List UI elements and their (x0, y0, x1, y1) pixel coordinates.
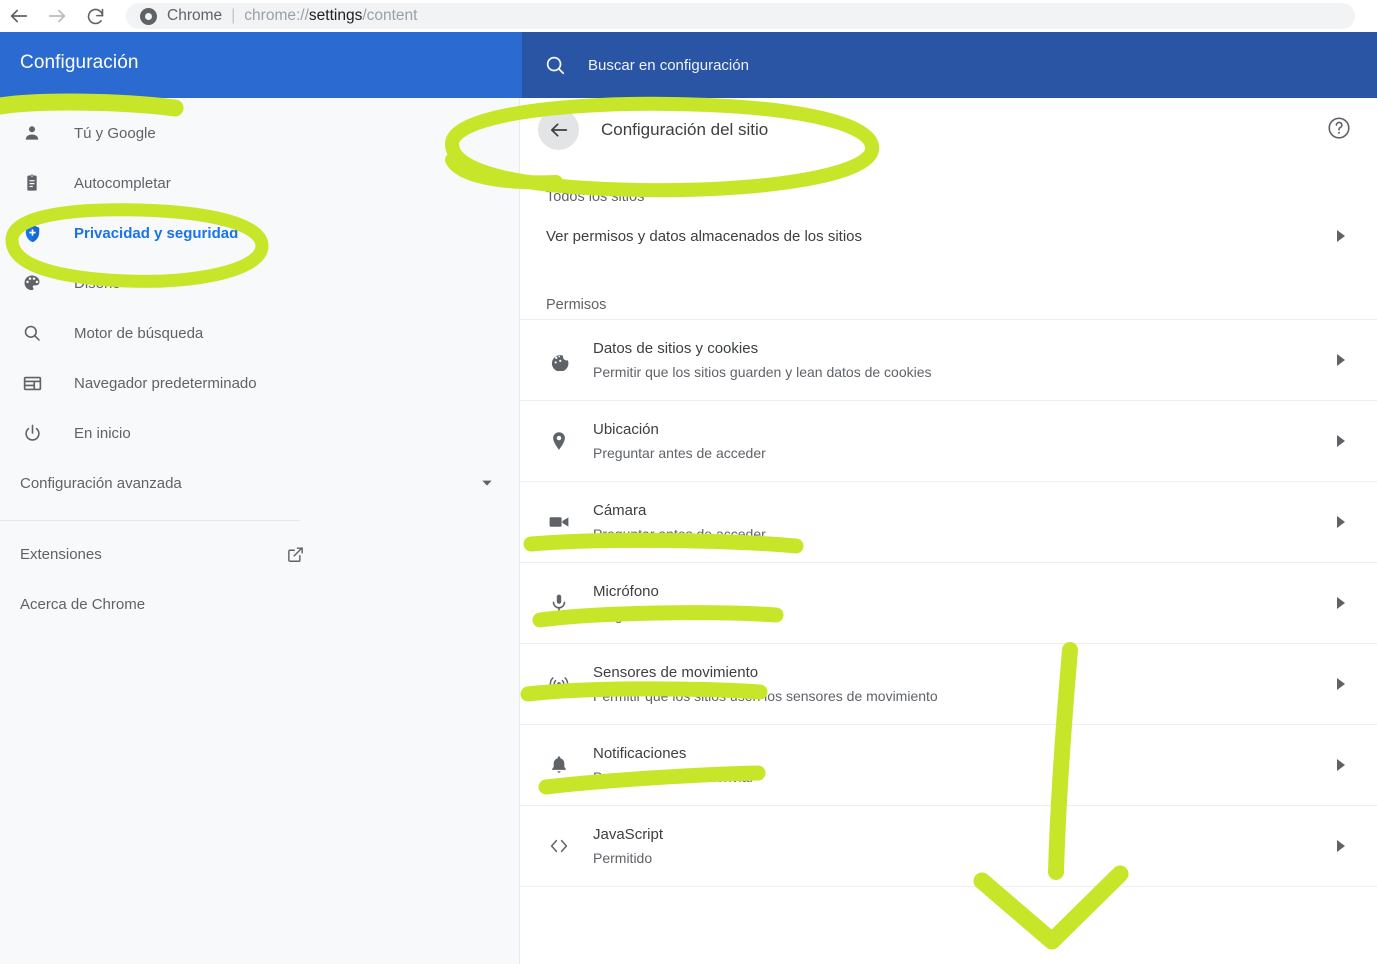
sidebar-item-extensions[interactable]: Extensiones (0, 529, 519, 579)
sidebar-item-label: Extensiones (20, 545, 102, 563)
row-view-permissions-and-data[interactable]: Ver permisos y datos almacenados de los … (520, 205, 1377, 267)
permission-text: Notificaciones Preguntar antes de enviar (593, 743, 1335, 788)
permission-title: Sensores de movimiento (593, 663, 759, 681)
chevron-right-icon (1335, 596, 1347, 610)
sidebar-item-privacy-security[interactable]: Privacidad y seguridad (0, 208, 519, 258)
site-settings-panel: Configuración del sitio Todos los sitios… (520, 98, 1377, 964)
sidebar-item-label: Motor de búsqueda (74, 324, 204, 342)
sidebar-item-search-engine[interactable]: Motor de búsqueda (0, 308, 519, 358)
sidebar-item-appearance[interactable]: Diseño (0, 258, 519, 308)
sidebar-item-label: Privacidad y seguridad (74, 224, 239, 242)
bell-icon (546, 754, 572, 776)
permission-subtitle: Preguntar antes de acceder (593, 606, 766, 623)
permission-title: Notificaciones (593, 744, 687, 762)
sidebar-item-label: Autocompletar (74, 174, 171, 192)
all-sites-label: Todos los sitios (546, 189, 645, 205)
address-bar-separator: | (231, 7, 236, 24)
sidebar-item-label: Tú y Google (74, 124, 156, 142)
permission-text: Micrófono Preguntar antes de acceder (593, 581, 1335, 626)
location-pin-icon (546, 430, 572, 452)
permission-row-location[interactable]: Ubicación Preguntar antes de acceder (520, 400, 1377, 481)
search-input[interactable] (588, 56, 1208, 74)
sidebar-item-label: En inicio (74, 424, 131, 442)
shield-icon (20, 221, 44, 245)
permission-text: Datos de sitios y cookies Permitir que l… (593, 338, 1335, 383)
sidebar-item-default-browser[interactable]: Navegador predeterminado (0, 358, 519, 408)
permission-row-microphone[interactable]: Micrófono Preguntar antes de acceder (520, 562, 1377, 643)
permission-subtitle: Permitir que los sitios guarden y lean d… (593, 363, 932, 380)
sidebar-item-on-startup[interactable]: En inicio (0, 408, 519, 458)
sidebar-item-label: Acerca de Chrome (20, 595, 146, 613)
permission-text: Sensores de movimiento Permitir que los … (593, 662, 1335, 707)
video-camera-icon (546, 510, 572, 534)
cookie-icon (546, 349, 572, 371)
permission-row-javascript[interactable]: JavaScript Permitido (520, 805, 1377, 886)
permission-subtitle: Preguntar antes de enviar (593, 768, 755, 785)
address-bar-scheme: Chrome (167, 7, 223, 24)
chevron-right-icon (1335, 677, 1347, 691)
power-icon (20, 421, 44, 445)
permission-row-camera[interactable]: Cámara Preguntar antes de acceder (520, 481, 1377, 562)
clipboard-icon (20, 171, 44, 195)
settings-search-bar[interactable] (522, 32, 1377, 98)
permission-text: Ubicación Preguntar antes de acceder (593, 419, 1335, 464)
permission-title: Datos de sitios y cookies (593, 339, 759, 357)
permission-subtitle: Permitido (593, 849, 653, 866)
external-link-icon (286, 545, 305, 564)
permission-subtitle: Preguntar antes de acceder (593, 444, 766, 461)
sidebar-item-label: Navegador predeterminado (74, 374, 257, 392)
back-arrow-icon[interactable] (538, 109, 579, 150)
forward-arrow-icon[interactable] (38, 0, 76, 32)
sidebar-divider (0, 520, 300, 521)
search-icon (20, 321, 44, 345)
permission-title: Micrófono (593, 582, 659, 600)
site-settings-header: Configuración del sitio (520, 98, 1377, 161)
permission-title: Cámara (593, 501, 647, 519)
permission-title: JavaScript (593, 825, 664, 843)
browser-window-icon (20, 371, 44, 395)
reload-icon[interactable] (76, 0, 114, 32)
settings-sidebar: Tú y Google Autocompletar Privacidad y s… (0, 98, 520, 964)
search-icon (544, 54, 566, 76)
site-settings-title: Configuración del sitio (601, 119, 769, 139)
permission-row-motion-sensors[interactable]: Sensores de movimiento Permitir que los … (520, 643, 1377, 724)
microphone-icon (546, 592, 572, 614)
sidebar-item-you-and-google[interactable]: Tú y Google (0, 108, 519, 158)
sidebar-advanced-label: Configuración avanzada (20, 474, 182, 492)
back-arrow-icon[interactable] (0, 0, 38, 32)
sidebar-item-autofill[interactable]: Autocompletar (0, 158, 519, 208)
chevron-down-icon (475, 475, 499, 491)
palette-icon (20, 271, 44, 295)
address-bar[interactable]: Chrome | chrome://settings/content (126, 3, 1355, 29)
permission-text: Cámara Preguntar antes de acceder (593, 500, 1335, 545)
permission-subtitle: Permitir que los sitios usen los sensore… (593, 687, 938, 704)
chevron-right-icon (1335, 353, 1347, 367)
sidebar-item-about-chrome[interactable]: Acerca de Chrome (0, 579, 519, 629)
browser-toolbar: Chrome | chrome://settings/content (0, 0, 1377, 32)
chrome-logo-icon (140, 7, 157, 25)
page-title: Configuración (20, 52, 139, 73)
chevron-right-icon (1335, 515, 1347, 529)
chevron-right-icon (1335, 229, 1347, 243)
chevron-right-icon (1335, 434, 1347, 448)
row-label: Ver permisos y datos almacenados de los … (546, 227, 862, 245)
permission-row-notifications[interactable]: Notificaciones Preguntar antes de enviar (520, 724, 1377, 805)
permission-title: Ubicación (593, 420, 659, 438)
motion-sensor-icon (546, 672, 572, 696)
permission-subtitle: Preguntar antes de acceder (593, 525, 766, 542)
permission-text: JavaScript Permitido (593, 824, 1335, 869)
sidebar-item-label: Diseño (74, 274, 121, 292)
chrome-settings-window: Chrome | chrome://settings/content Confi… (0, 0, 1377, 964)
panel-bottom-divider (520, 886, 1377, 916)
help-circle-icon[interactable] (1325, 114, 1353, 142)
address-bar-url: chrome://settings/content (244, 7, 418, 24)
sidebar-advanced-toggle[interactable]: Configuración avanzada (0, 458, 519, 508)
person-icon (20, 121, 44, 145)
permission-row-cookies[interactable]: Datos de sitios y cookies Permitir que l… (520, 319, 1377, 400)
chevron-right-icon (1335, 758, 1347, 772)
code-brackets-icon (546, 834, 572, 858)
chevron-right-icon (1335, 839, 1347, 853)
permissions-label: Permisos (546, 297, 607, 313)
